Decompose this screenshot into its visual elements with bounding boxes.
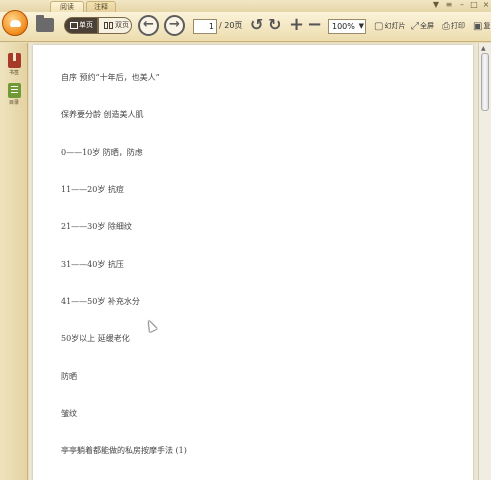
toc-line: 防晒 (61, 372, 77, 381)
rotate-left-icon[interactable]: ↺ (250, 15, 263, 35)
fullscreen-icon: ⤢ (411, 21, 419, 32)
arrow-left-icon: ← (143, 17, 154, 32)
toc-line: 亭亭躺着都能做的私房按摩手法 (1) (61, 446, 187, 455)
copy-icon: ▣ (473, 21, 483, 32)
page-total: / 20页 (219, 21, 243, 30)
bookmark-icon (7, 53, 21, 68)
app-logo-icon[interactable] (2, 10, 28, 36)
zoom-value: 100% (332, 22, 355, 31)
copy-label: 复 (483, 22, 491, 30)
shirt-skin-icon[interactable]: ▼ (430, 0, 442, 10)
toc-line: 保养要分龄 创造美人肌 (61, 110, 144, 119)
chevron-down-icon: ▼ (358, 22, 364, 30)
close-icon[interactable]: × (480, 0, 491, 10)
single-page-button[interactable]: 单页 (64, 17, 98, 34)
maximize-icon[interactable]: □ (468, 0, 480, 10)
toc-line: 皱纹 (61, 409, 77, 418)
double-page-label: 双页 (115, 21, 129, 29)
sidebar-item-label: 目录 (8, 100, 19, 106)
prev-page-button[interactable]: ← (138, 15, 159, 36)
sidebar-item-toc[interactable]: 目录 (3, 83, 25, 106)
tab-strip: 阅读 注释 ▼ ≡ – □ × (0, 0, 491, 12)
slideshow-button[interactable]: ▢幻灯片 (374, 21, 405, 32)
menu-icon[interactable]: ≡ (443, 0, 455, 10)
scroll-up-icon[interactable]: ▲ (481, 45, 486, 52)
arrow-right-icon: → (169, 17, 180, 32)
zoom-select[interactable]: 100% ▼ (328, 19, 366, 34)
copy-button[interactable]: ▣复 (473, 21, 490, 32)
print-button[interactable]: ⎙打印 (442, 21, 465, 32)
scrollbar-thumb[interactable] (481, 53, 489, 111)
zoom-in-icon[interactable]: + (289, 15, 304, 35)
double-page-icon (104, 22, 108, 29)
rotate-right-icon[interactable]: ↻ (268, 15, 281, 35)
fullscreen-label: 全屏 (420, 22, 434, 30)
vertical-scrollbar[interactable]: ▲ (478, 43, 491, 480)
toc-line: 自序 预约“十年后，也美人” (61, 73, 160, 82)
main-toolbar: 单页 双页 ← → 1 / 20页 ↺ ↻ + − 100% ▼ ▢幻灯片 ⤢全… (0, 12, 491, 42)
single-page-icon (70, 22, 78, 29)
print-icon: ⎙ (442, 21, 450, 32)
open-folder-icon[interactable] (36, 15, 54, 32)
document-page: 自序 预约“十年后，也美人” 保养要分龄 创造美人肌 0——10岁 防晒，防虑 … (33, 45, 473, 480)
left-sidebar: 书签 目录 (0, 43, 28, 480)
single-page-label: 单页 (79, 21, 93, 29)
page-number-input[interactable]: 1 (193, 19, 217, 34)
zoom-out-icon[interactable]: − (307, 15, 322, 35)
toc-line: 0——10岁 防晒，防虑 (61, 148, 143, 157)
sidebar-item-bookmark[interactable]: 书签 (3, 53, 25, 76)
slideshow-icon: ▢ (374, 21, 384, 32)
toc-line: 31——40岁 抗压 (61, 260, 124, 269)
toc-line: 50岁以上 延缓老化 (61, 334, 130, 343)
toc-line: 41——50岁 补充水分 (61, 297, 140, 306)
double-page-button[interactable]: 双页 (98, 17, 132, 34)
tab-read[interactable]: 阅读 (50, 1, 84, 12)
sidebar-item-label: 书签 (8, 70, 19, 76)
next-page-button[interactable]: → (164, 15, 185, 36)
tab-annotate[interactable]: 注释 (86, 1, 116, 12)
toc-icon (7, 83, 21, 98)
slideshow-label: 幻灯片 (384, 22, 406, 30)
document-viewport[interactable]: 自序 预约“十年后，也美人” 保养要分龄 创造美人肌 0——10岁 防晒，防虑 … (29, 43, 478, 480)
toc-line: 11——20岁 抗痘 (61, 185, 124, 194)
print-label: 打印 (451, 22, 465, 30)
toc-line: 21——30岁 除细纹 (61, 222, 132, 231)
fullscreen-button[interactable]: ⤢全屏 (411, 21, 434, 32)
minimize-icon[interactable]: – (456, 0, 468, 10)
